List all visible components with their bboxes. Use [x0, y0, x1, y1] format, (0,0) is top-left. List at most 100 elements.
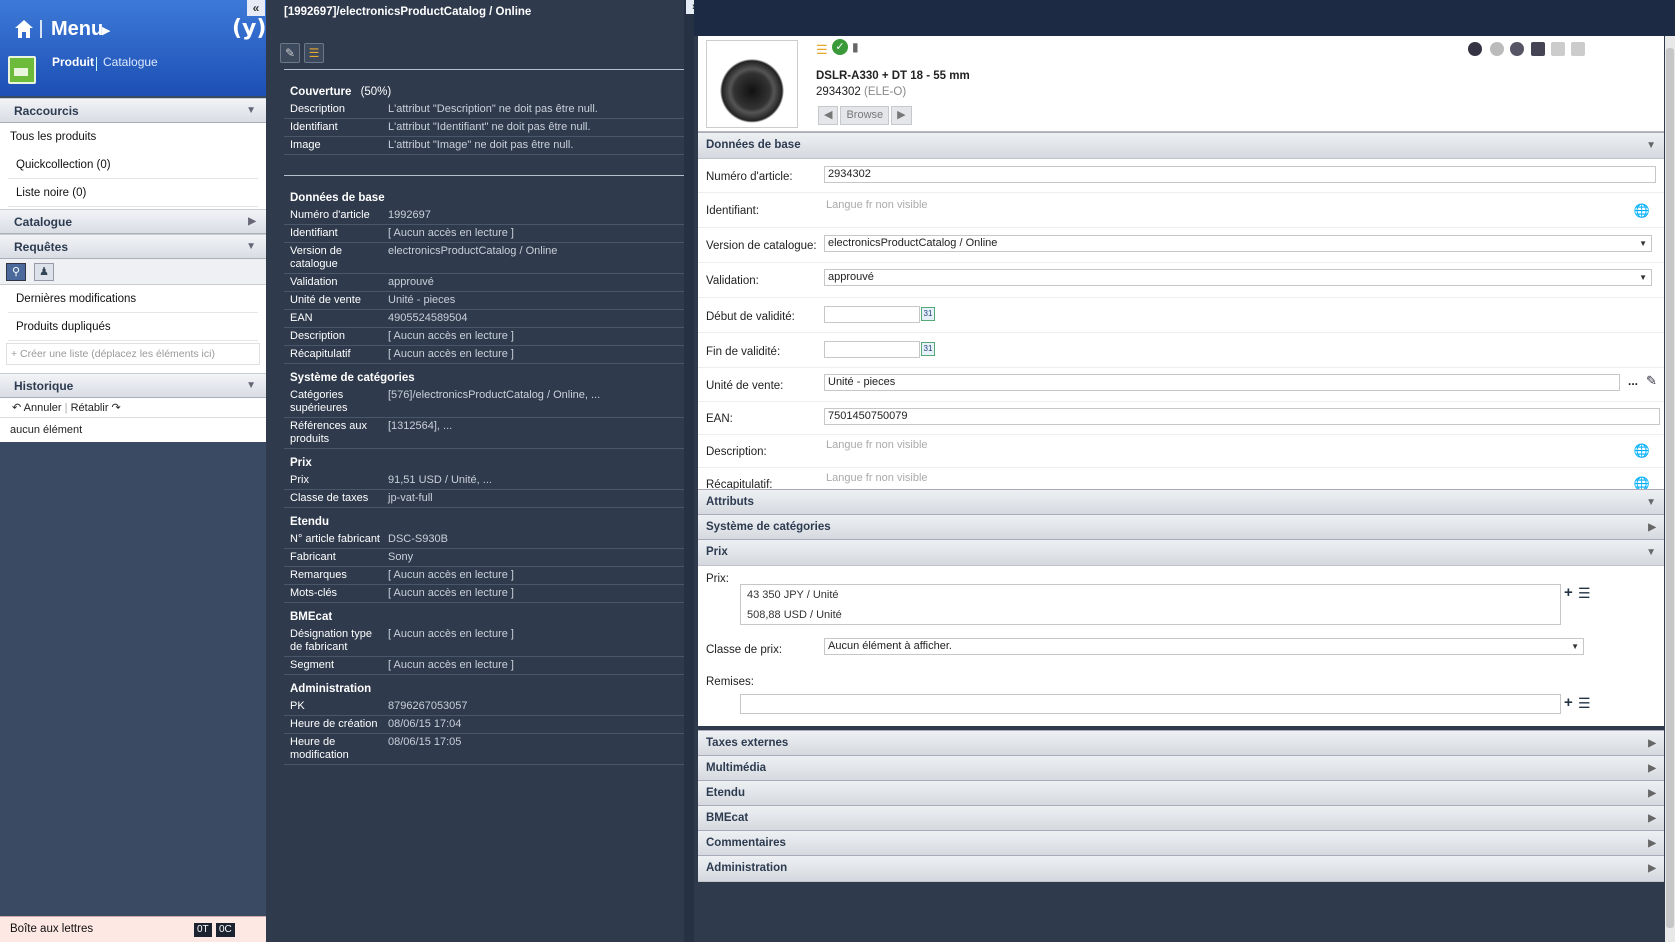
- search-query-icon[interactable]: ⚲: [6, 263, 26, 281]
- undo-icon[interactable]: ↶: [12, 402, 21, 414]
- coverage-row: Description L'attribut "Description" ne d…: [284, 101, 684, 119]
- price-row[interactable]: 508,88 USD / Unité: [741, 605, 1560, 625]
- approved-check-icon[interactable]: ✓: [832, 39, 848, 55]
- collapse-triangle-icon[interactable]: ▼: [246, 374, 256, 398]
- mailbox-count-comments[interactable]: 0C: [216, 923, 235, 937]
- browse-next-button[interactable]: ▶: [891, 106, 912, 125]
- section-historique[interactable]: Historique ▼: [0, 373, 266, 398]
- mailbox-bar[interactable]: Boîte aux lettres 0T 0C: [0, 916, 266, 942]
- section-catalogue[interactable]: Catalogue ▶: [0, 209, 266, 234]
- section-etendu[interactable]: Etendu ▶: [698, 780, 1664, 807]
- menu-arrow-icon[interactable]: ▶: [102, 24, 110, 37]
- end-date-input[interactable]: [824, 341, 920, 358]
- editor-scrollbar[interactable]: [1665, 36, 1675, 942]
- mailbox-count-tasks[interactable]: 0T: [194, 923, 212, 937]
- edit-icon[interactable]: ✎: [280, 43, 300, 63]
- mailbox-label: Boîte aux lettres: [10, 923, 94, 935]
- collapse-left-button[interactable]: «: [247, 0, 265, 16]
- list-icon[interactable]: ☰: [304, 43, 324, 63]
- close-editor-icon[interactable]: [1571, 42, 1585, 56]
- collapse-triangle-icon[interactable]: ▼: [1646, 133, 1656, 158]
- redo-icon[interactable]: ↷: [112, 402, 121, 414]
- expand-triangle-icon[interactable]: ▶: [1648, 731, 1656, 756]
- price-class-select[interactable]: Aucun élément à afficher.: [824, 638, 1584, 655]
- calendar-icon[interactable]: 31: [921, 342, 935, 356]
- expand-triangle-icon[interactable]: ▶: [1648, 831, 1656, 856]
- add-price-icon[interactable]: +: [1564, 584, 1573, 601]
- expand-triangle-icon[interactable]: ▶: [1648, 856, 1656, 881]
- description-placeholder[interactable]: Langue fr non visible: [826, 439, 928, 451]
- home-icon[interactable]: [14, 18, 34, 40]
- section-taxes-externes[interactable]: Taxes externes ▶: [698, 730, 1664, 757]
- section-prix[interactable]: Prix ▼: [698, 539, 1664, 566]
- collapse-triangle-icon[interactable]: ▼: [246, 235, 256, 259]
- calendar-icon[interactable]: 31: [921, 307, 935, 321]
- info-value: DSC-S930B: [388, 533, 448, 545]
- more-options-button[interactable]: ...: [1628, 374, 1638, 388]
- query-duplicates[interactable]: Produits dupliqués: [8, 313, 258, 341]
- user-query-icon[interactable]: ♟: [34, 263, 54, 281]
- expand-triangle-icon[interactable]: ▶: [1648, 781, 1656, 806]
- expand-triangle-icon[interactable]: ▶: [1648, 756, 1656, 781]
- edit-pencil-icon[interactable]: ✎: [1646, 373, 1657, 389]
- info-key: Prix: [290, 474, 309, 486]
- info-row: Fabricant Sony: [284, 549, 684, 567]
- section-administration[interactable]: Administration ▶: [698, 855, 1664, 882]
- shortcut-blacklist[interactable]: Liste noire (0): [8, 179, 258, 207]
- redo-button[interactable]: Rétablir: [71, 402, 109, 414]
- section-raccourcis[interactable]: Raccourcis ▼: [0, 98, 266, 123]
- expand-triangle-icon[interactable]: ▶: [1648, 806, 1656, 831]
- prices-label: Prix:: [706, 573, 729, 585]
- expand-triangle-icon[interactable]: ▶: [248, 210, 256, 234]
- product-thumbnail[interactable]: [706, 40, 798, 128]
- shortcut-quickcollection[interactable]: Quickcollection (0): [8, 151, 258, 179]
- section-donnees-de-base[interactable]: Données de base ▼: [698, 132, 1664, 159]
- edit-list-icon[interactable]: ☰: [1578, 695, 1591, 712]
- section-bmecat[interactable]: BMEcat ▶: [698, 805, 1664, 832]
- tab-catalogue[interactable]: Catalogue: [103, 55, 158, 69]
- discounts-list[interactable]: [740, 694, 1561, 714]
- info-row: Numéro d'article 1992697: [284, 207, 684, 225]
- article-input[interactable]: 2934302: [824, 166, 1656, 183]
- shortcut-all-products[interactable]: Tous les produits: [0, 123, 266, 151]
- identifier-placeholder[interactable]: Langue fr non visible: [826, 199, 928, 211]
- collapse-triangle-icon[interactable]: ▼: [1646, 540, 1656, 565]
- expand-triangle-icon[interactable]: ▶: [1648, 515, 1656, 540]
- catalog-version-select[interactable]: electronicsProductCatalog / Online: [824, 235, 1652, 252]
- menu-title[interactable]: Menu: [51, 18, 103, 41]
- collapse-triangle-icon[interactable]: ▼: [1646, 490, 1656, 515]
- collapse-triangle-icon[interactable]: ▼: [246, 99, 256, 123]
- panel-splitter[interactable]: »: [684, 0, 704, 942]
- browse-prev-button[interactable]: ◀: [818, 106, 839, 125]
- copy-icon[interactable]: [1551, 42, 1565, 56]
- query-latest-changes[interactable]: Dernières modifications: [8, 285, 258, 313]
- price-row[interactable]: 43 350 JPY / Unité: [741, 585, 1560, 605]
- globe-icon[interactable]: 🌐: [1634, 203, 1650, 219]
- section-requetes[interactable]: Requêtes ▼: [0, 234, 266, 259]
- edit-list-icon[interactable]: ☰: [1578, 585, 1591, 602]
- list-icon[interactable]: ☰: [816, 42, 828, 58]
- create-list-dropzone[interactable]: + Créer une liste (déplacez les éléments…: [6, 343, 260, 365]
- section-systeme-categories[interactable]: Système de catégories ▶: [698, 514, 1664, 541]
- validation-select[interactable]: approuvé: [824, 269, 1652, 286]
- scrollbar-thumb[interactable]: [1666, 48, 1674, 928]
- undo-button[interactable]: Annuler: [24, 402, 62, 414]
- catalog-book-icon[interactable]: ▮: [852, 40, 859, 54]
- section-commentaires[interactable]: Commentaires ▶: [698, 830, 1664, 857]
- settings-gear-icon[interactable]: [1468, 42, 1482, 56]
- globe-icon[interactable]: 🌐: [1634, 443, 1650, 459]
- start-date-input[interactable]: [824, 306, 920, 323]
- section-multimedia[interactable]: Multimédia ▶: [698, 755, 1664, 782]
- add-discount-icon[interactable]: +: [1564, 694, 1573, 711]
- summary-placeholder[interactable]: Langue fr non visible: [826, 472, 928, 484]
- compare-icon[interactable]: [1510, 42, 1524, 56]
- section-attributs[interactable]: Attributs ▼: [698, 489, 1664, 516]
- browse-button[interactable]: Browse: [840, 106, 890, 125]
- ean-input[interactable]: 7501450750079: [824, 408, 1660, 425]
- unit-input[interactable]: Unité - pieces: [824, 374, 1620, 391]
- info-key: Mots-clés: [290, 587, 338, 599]
- export-icon[interactable]: [1531, 42, 1545, 56]
- info-key: Remarques: [290, 569, 347, 581]
- tab-produit[interactable]: Produit: [52, 55, 94, 69]
- refresh-icon[interactable]: [1490, 42, 1504, 56]
